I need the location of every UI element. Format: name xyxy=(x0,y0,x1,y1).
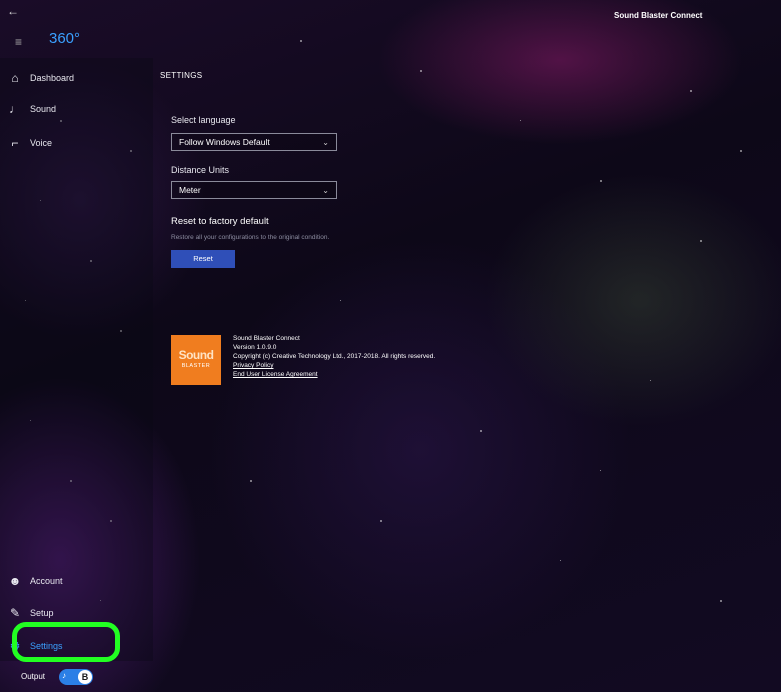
sidebar-item-voice[interactable]: ⌐ Voice xyxy=(0,131,153,155)
distance-value: Meter xyxy=(179,185,201,195)
product-name: Sound Blaster Connect xyxy=(233,335,300,342)
headphone-icon: ♪ xyxy=(62,670,67,680)
copyright-text: Copyright (c) Creative Technology Ltd., … xyxy=(233,353,436,360)
sidebar-item-label: Setup xyxy=(30,608,54,618)
sidebar-item-sound[interactable]: ♩ Sound xyxy=(0,97,153,121)
speaker-icon: B xyxy=(78,669,93,684)
output-toggle[interactable]: ♪ B xyxy=(59,668,94,685)
gear-icon: ⚙ xyxy=(9,639,21,653)
reset-description: Restore all your configurations to the o… xyxy=(171,234,330,241)
sidebar-item-label: Account xyxy=(30,576,63,586)
logo-word: Sound xyxy=(178,348,214,362)
chevron-down-icon: ⌄ xyxy=(322,137,329,147)
distance-label: Distance Units xyxy=(171,165,230,175)
version-text: Version 1.0.9.0 xyxy=(233,344,277,351)
privacy-policy-link[interactable]: Privacy Policy xyxy=(233,362,273,369)
sidebar-item-settings[interactable]: ⚙ Settings xyxy=(0,634,153,658)
language-value: Follow Windows Default xyxy=(179,137,270,147)
sidebar-item-label: Dashboard xyxy=(30,73,75,83)
home-icon: ⌂ xyxy=(11,71,19,85)
output-bar: Output ♪ B xyxy=(0,661,153,692)
title-bar: ← Sound Blaster Connect ≡ 360° xyxy=(0,0,781,58)
eula-link[interactable]: End User License Agreement xyxy=(233,371,318,378)
sound-blaster-logo: Sound BLASTER xyxy=(171,335,221,385)
distance-units-select[interactable]: Meter ⌄ xyxy=(171,181,337,199)
microphone-icon: ⌐ xyxy=(11,136,19,150)
sidebar-item-label: Sound xyxy=(30,104,57,114)
output-label: Output xyxy=(21,672,46,681)
sidebar-item-dashboard[interactable]: ⌂ Dashboard xyxy=(0,66,153,90)
wrench-icon: ✎ xyxy=(9,606,21,620)
page-title: SETTINGS xyxy=(160,71,203,80)
hamburger-menu-icon[interactable]: ≡ xyxy=(15,35,22,49)
app-title: Sound Blaster Connect xyxy=(614,11,703,20)
logo-sub: BLASTER xyxy=(181,363,211,369)
music-note-icon: ♩ xyxy=(9,102,21,116)
person-icon: ☻ xyxy=(8,574,22,588)
brand-360: 360° xyxy=(49,30,81,47)
sidebar-item-label: Settings xyxy=(30,641,63,651)
sidebar-item-setup[interactable]: ✎ Setup xyxy=(0,601,153,625)
chevron-down-icon: ⌄ xyxy=(322,185,329,195)
settings-panel: SETTINGS Select language Follow Windows … xyxy=(153,58,781,692)
sidebar-item-account[interactable]: ☻ Account xyxy=(0,569,153,593)
language-label: Select language xyxy=(171,115,236,125)
back-arrow-icon[interactable]: ← xyxy=(7,4,19,18)
reset-heading: Reset to factory default xyxy=(171,216,269,227)
sidebar: ⌂ Dashboard ♩ Sound ⌐ Voice ☻ Account ✎ … xyxy=(0,58,153,661)
language-select[interactable]: Follow Windows Default ⌄ xyxy=(171,133,337,151)
reset-button[interactable]: Reset xyxy=(171,250,235,268)
sidebar-item-label: Voice xyxy=(30,138,53,148)
about-info: Sound Blaster Connect Version 1.0.9.0 Co… xyxy=(233,334,435,379)
